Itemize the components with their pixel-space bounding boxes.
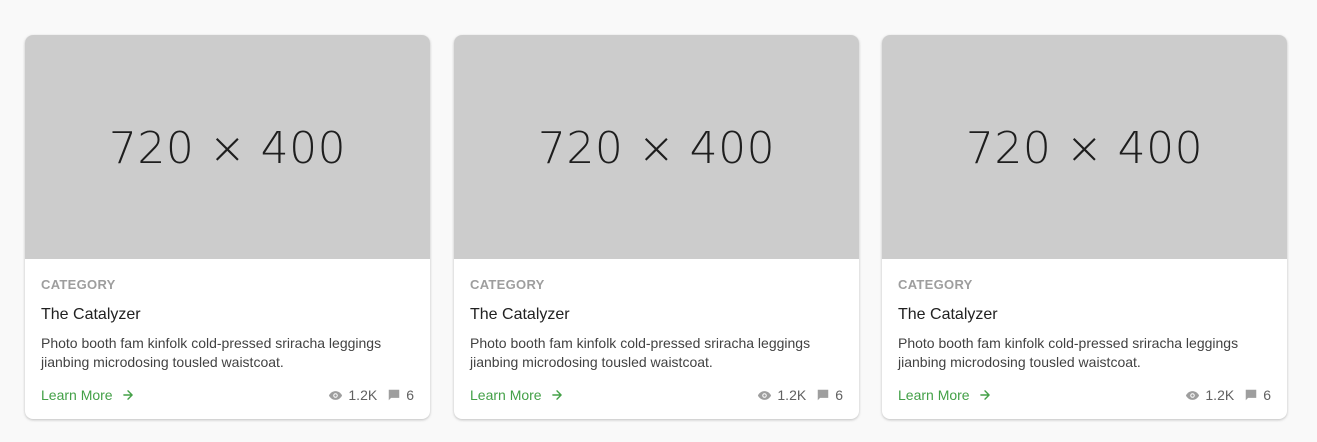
card-description: Photo booth fam kinfolk cold-pressed sri… bbox=[470, 335, 811, 370]
blog-card: 720 × 400 CATEGORY The Catalyzer Photo b… bbox=[454, 35, 859, 419]
card-stats: 1.2K 6 bbox=[1185, 387, 1271, 403]
learn-more-label: Learn More bbox=[898, 387, 970, 403]
card-category: CATEGORY bbox=[898, 277, 973, 292]
comments-count: 6 bbox=[835, 387, 843, 403]
card-title: The Catalyzer bbox=[41, 306, 141, 323]
eye-icon bbox=[1186, 390, 1200, 400]
arrow-right-icon bbox=[979, 390, 990, 400]
learn-more-link[interactable]: Learn More bbox=[41, 387, 135, 403]
comments-stat: 6 bbox=[1244, 387, 1271, 403]
image-placeholder: 720 × 400 bbox=[454, 35, 859, 259]
views-count: 1.2K bbox=[777, 387, 807, 403]
card-description: Photo booth fam kinfolk cold-pressed sri… bbox=[898, 335, 1239, 370]
image-placeholder-label: 720 × 400 bbox=[108, 122, 347, 174]
learn-more-link[interactable]: Learn More bbox=[470, 387, 564, 403]
card-stats: 1.2K 6 bbox=[328, 387, 414, 403]
card-body: CATEGORY The Catalyzer Photo booth fam k… bbox=[41, 277, 414, 372]
image-placeholder: 720 × 400 bbox=[25, 35, 430, 259]
views-stat: 1.2K bbox=[757, 387, 806, 403]
card-grid: 720 × 400 CATEGORY The Catalyzer Photo b… bbox=[25, 35, 1287, 420]
image-placeholder-label: 720 × 400 bbox=[537, 122, 776, 174]
blog-card: 720 × 400 CATEGORY The Catalyzer Photo b… bbox=[25, 35, 430, 419]
views-stat: 1.2K bbox=[328, 387, 377, 403]
image-placeholder: 720 × 400 bbox=[882, 35, 1287, 259]
card-footer: Learn More 1.2K 6 bbox=[470, 386, 843, 404]
comment-icon bbox=[388, 389, 400, 401]
comments-count: 6 bbox=[406, 387, 414, 403]
arrow-right-icon bbox=[551, 390, 562, 400]
learn-more-link[interactable]: Learn More bbox=[898, 387, 992, 403]
views-count: 1.2K bbox=[1205, 387, 1235, 403]
views-stat: 1.2K bbox=[1185, 387, 1234, 403]
card-title: The Catalyzer bbox=[470, 306, 570, 323]
card-title: The Catalyzer bbox=[898, 306, 998, 323]
card-stats: 1.2K 6 bbox=[757, 387, 843, 403]
views-count: 1.2K bbox=[348, 387, 378, 403]
learn-more-label: Learn More bbox=[41, 387, 113, 403]
blog-card: 720 × 400 CATEGORY The Catalyzer Photo b… bbox=[882, 35, 1287, 419]
eye-icon bbox=[758, 390, 772, 400]
comments-stat: 6 bbox=[387, 387, 414, 403]
card-body: CATEGORY The Catalyzer Photo booth fam k… bbox=[898, 277, 1271, 372]
learn-more-label: Learn More bbox=[470, 387, 542, 403]
comment-icon bbox=[817, 389, 829, 401]
card-footer: Learn More 1.2K 6 bbox=[898, 386, 1271, 404]
comments-count: 6 bbox=[1263, 387, 1271, 403]
card-category: CATEGORY bbox=[41, 277, 116, 292]
eye-icon bbox=[329, 390, 343, 400]
image-placeholder-label: 720 × 400 bbox=[965, 122, 1204, 174]
arrow-right-icon bbox=[122, 390, 133, 400]
card-description: Photo booth fam kinfolk cold-pressed sri… bbox=[41, 335, 382, 370]
card-footer: Learn More 1.2K 6 bbox=[41, 386, 414, 404]
card-body: CATEGORY The Catalyzer Photo booth fam k… bbox=[470, 277, 843, 372]
comments-stat: 6 bbox=[816, 387, 843, 403]
comment-icon bbox=[1245, 389, 1257, 401]
card-category: CATEGORY bbox=[470, 277, 545, 292]
